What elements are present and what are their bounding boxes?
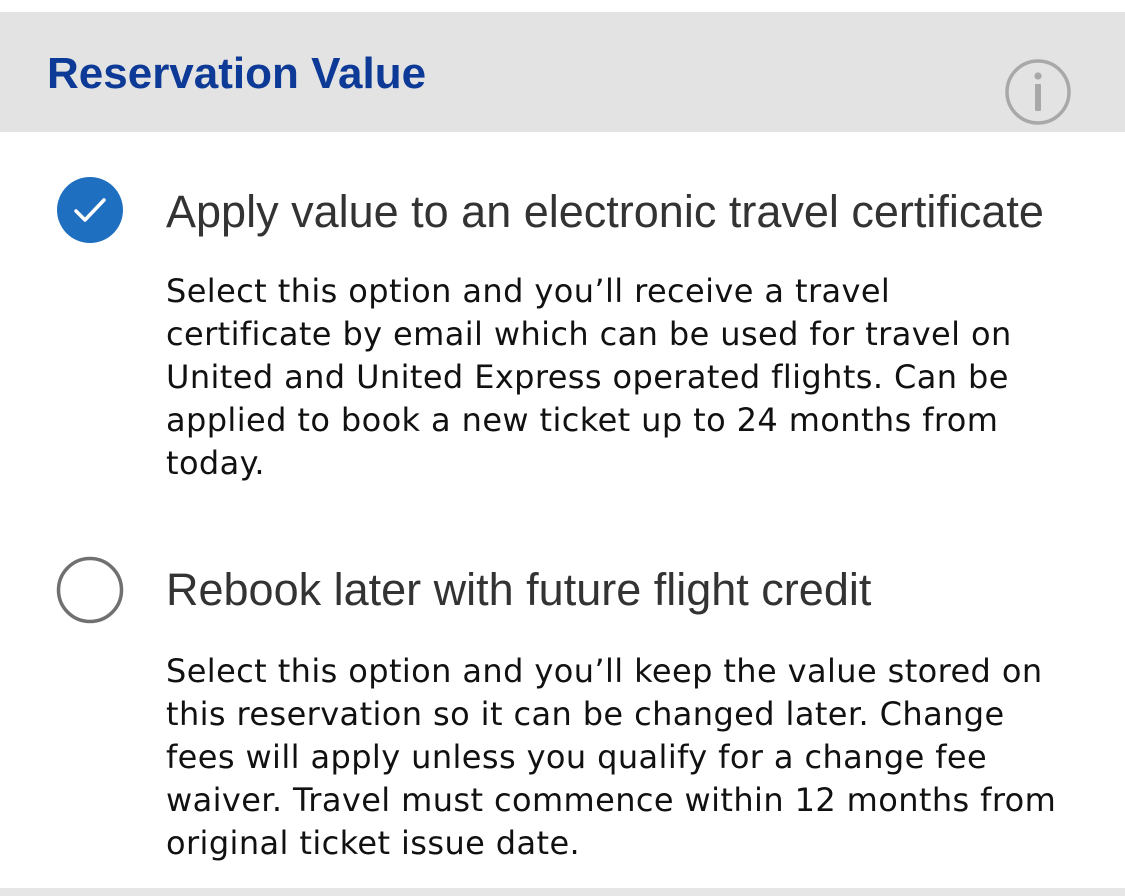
option-travel-certificate[interactable]: Apply value to an electronic travel cert…	[0, 170, 1125, 510]
radio-selected[interactable]	[56, 176, 124, 244]
radio-unselected[interactable]	[56, 556, 124, 624]
option-future-flight-credit[interactable]: Rebook later with future flight credit S…	[0, 550, 1125, 870]
checkmark-circle-icon	[57, 177, 123, 243]
section-title: Reservation Value	[47, 49, 427, 98]
option-title: Apply value to an electronic travel cert…	[166, 186, 1044, 237]
option-title: Rebook later with future flight credit	[166, 564, 872, 615]
section-header: Reservation Value	[0, 12, 1125, 132]
top-strip	[0, 0, 1125, 12]
bottom-divider	[0, 888, 1125, 896]
info-button[interactable]	[1004, 58, 1072, 126]
info-circle-icon	[1005, 59, 1071, 125]
option-description: Select this option and you’ll keep the v…	[166, 652, 1057, 862]
option-description: Select this option and you’ll receive a …	[166, 272, 1012, 482]
empty-circle-icon	[56, 556, 124, 624]
